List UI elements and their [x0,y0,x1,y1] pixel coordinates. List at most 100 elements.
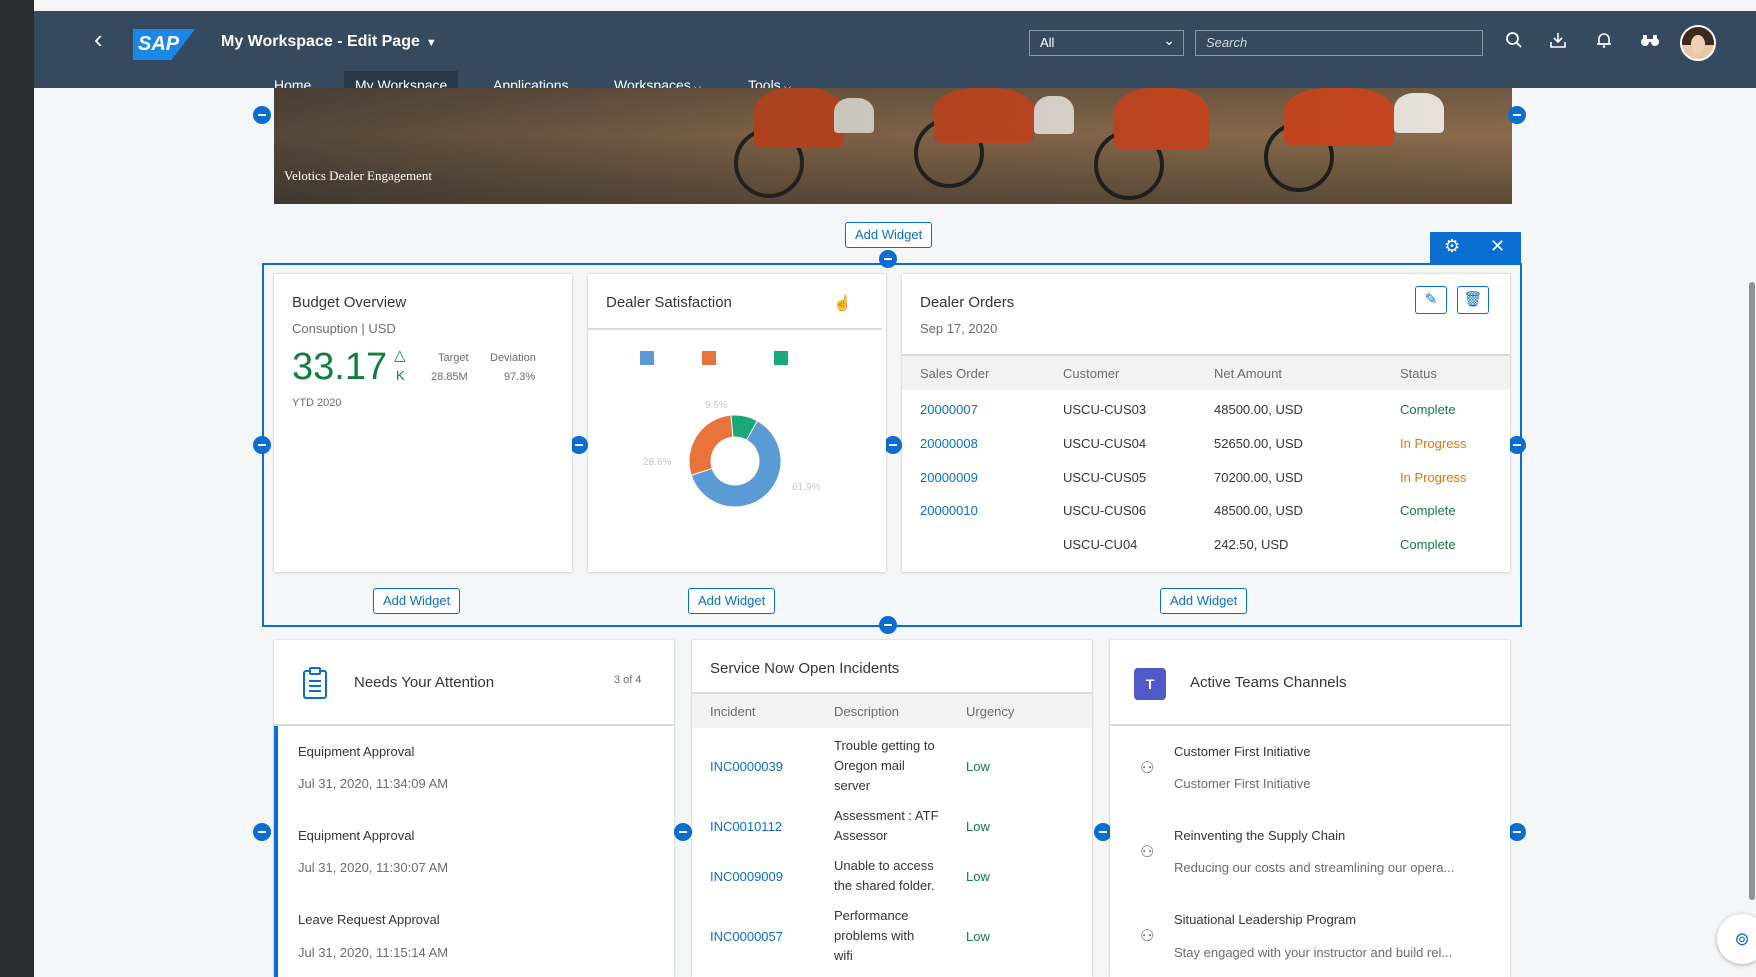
item-title: Equipment Approval [298,828,415,843]
resize-handle[interactable] [884,436,902,454]
search-scope-select[interactable]: All ⌄ [1029,30,1184,56]
customer-cell: USCU-CUS03 [1063,402,1147,417]
gear-icon[interactable]: ⚙ [1444,236,1460,257]
order-link[interactable]: 20000007 [920,402,978,417]
resize-handle[interactable] [1508,436,1526,454]
resize-handle[interactable] [253,106,271,124]
customer-cell: USCU-CU04 [1063,537,1138,552]
group-icon: ⚇ [1140,844,1155,861]
trend-up-icon: △ [394,347,406,364]
add-widget-button[interactable]: Add Widget [845,222,933,248]
deviation-label: Deviation [490,352,536,364]
status-cell: Complete [1400,537,1456,552]
resize-handle[interactable] [253,436,271,454]
resize-handle[interactable] [674,823,692,841]
dealer-satisfaction-card[interactable]: Dealer Satisfaction ☝ 9.5% 28.6% 61.9% [588,274,886,572]
teams-icon: T [1134,668,1166,700]
column-header: Sales Order [920,366,990,381]
deviation-value: 97.3% [504,371,536,383]
legend-swatch [774,351,788,365]
resize-handle[interactable] [879,250,897,268]
budget-overview-card[interactable]: Budget Overview Consuption | USD 33.17 △… [274,274,572,572]
channel-description: Stay engaged with your instructor and bu… [1174,945,1453,960]
resize-handle[interactable] [879,616,897,634]
card-title: Active Teams Channels [1190,674,1347,691]
card-title: Needs Your Attention [354,674,495,691]
search-icon[interactable] [1500,29,1528,57]
section-toolbox: ⚙ ✕ [1430,232,1521,263]
amount-cell: 48500.00, USD [1214,503,1303,518]
search-input[interactable]: Search [1195,30,1483,56]
item-time: Jul 31, 2020, 11:34:09 AM [298,776,449,791]
search-scope-value: All [1040,35,1055,50]
divider [274,724,674,726]
column-header: Urgency [966,704,1015,719]
status-cell: Complete [1400,503,1456,518]
column-header: Customer [1063,366,1120,381]
user-avatar[interactable] [1680,25,1716,61]
legend-swatch [640,351,654,365]
donut-slice[interactable] [688,414,734,476]
assistant-button[interactable]: ⊚ [1717,914,1756,964]
item-title: Equipment Approval [298,744,415,759]
urgency-cell: Low [966,759,990,774]
banner-image: Velotics Dealer Engagement [274,88,1512,204]
amount-cell: 48500.00, USD [1214,402,1303,417]
incident-description: Unable to access the shared folder. [834,858,935,893]
resize-handle[interactable] [1508,106,1526,124]
order-link[interactable]: 20000008 [920,436,978,451]
selection-bar [274,726,278,977]
add-widget-button[interactable]: Add Widget [1160,588,1248,614]
incidents-card[interactable]: Service Now Open Incidents Incident Desc… [692,640,1092,977]
download-icon[interactable] [1544,29,1572,57]
delete-icon[interactable]: 🗑 [1457,286,1489,314]
incident-link[interactable]: INC0010112 [710,819,782,834]
incident-link[interactable]: INC0000039 [710,759,783,774]
page-scrollbar[interactable] [1749,282,1755,900]
status-cell: In Progress [1400,470,1467,485]
column-header: Status [1400,366,1437,381]
donut-chart [688,414,782,508]
customer-cell: USCU-CUS05 [1063,470,1147,485]
amount-cell: 52650.00, USD [1214,436,1303,451]
edit-icon[interactable]: ✎ [1415,286,1447,314]
incident-link[interactable]: INC0009009 [710,869,783,884]
resize-handle[interactable] [1508,823,1526,841]
channel-description: Reducing our costs and streamlining our … [1174,860,1455,875]
workspace-frame: ‹ SAP My Workspace - Edit Page ▼ All ⌄ Se… [34,0,1756,977]
incident-description: Assessment : ATF Assessor [834,808,939,843]
app-title-menu[interactable]: My Workspace - Edit Page ▼ [221,33,437,51]
add-widget-button[interactable]: Add Widget [688,588,776,614]
resize-handle[interactable] [253,823,271,841]
amount-cell: 242.50, USD [1214,537,1289,552]
column-header: Net Amount [1214,366,1282,381]
dealer-orders-card[interactable]: Dealer Orders Sep 17, 2020 ✎ 🗑 Sales Ord… [902,274,1510,572]
card-title: Service Now Open Incidents [710,660,900,677]
caret-down-icon: ▼ [425,37,437,49]
kpi-value: 33.17 [292,346,388,388]
add-widget-button[interactable]: Add Widget [373,588,461,614]
close-icon[interactable]: ✕ [1490,236,1505,257]
kpi-unit: K [396,368,405,383]
teams-channels-card[interactable]: T Active Teams Channels ⚇ Customer First… [1110,640,1510,977]
back-icon[interactable]: ‹ [94,26,118,53]
resize-handle[interactable] [570,436,588,454]
order-link[interactable]: 20000010 [920,503,978,518]
needs-attention-card[interactable]: Needs Your Attention 3 of 4 Equipment Ap… [274,640,674,977]
status-cell: In Progress [1400,436,1467,451]
column-header: Incident [710,704,756,719]
bell-icon[interactable] [1590,29,1618,57]
incident-link[interactable]: INC0000057 [710,929,783,944]
urgency-cell: Low [966,869,990,884]
card-title: Dealer Orders [920,294,1015,311]
card-date: Sep 17, 2020 [920,321,998,336]
sap-logo[interactable]: SAP [133,29,195,60]
order-link[interactable]: 20000009 [920,470,978,485]
group-icon: ⚇ [1140,760,1155,777]
item-title: Leave Request Approval [298,912,440,927]
binoculars-icon[interactable] [1636,29,1664,57]
app-title: My Workspace - Edit Page [221,33,420,50]
item-time: Jul 31, 2020, 11:30:07 AM [298,860,449,875]
hand-cursor-icon: ☝ [833,295,852,312]
target-value: 28.85M [431,371,468,383]
